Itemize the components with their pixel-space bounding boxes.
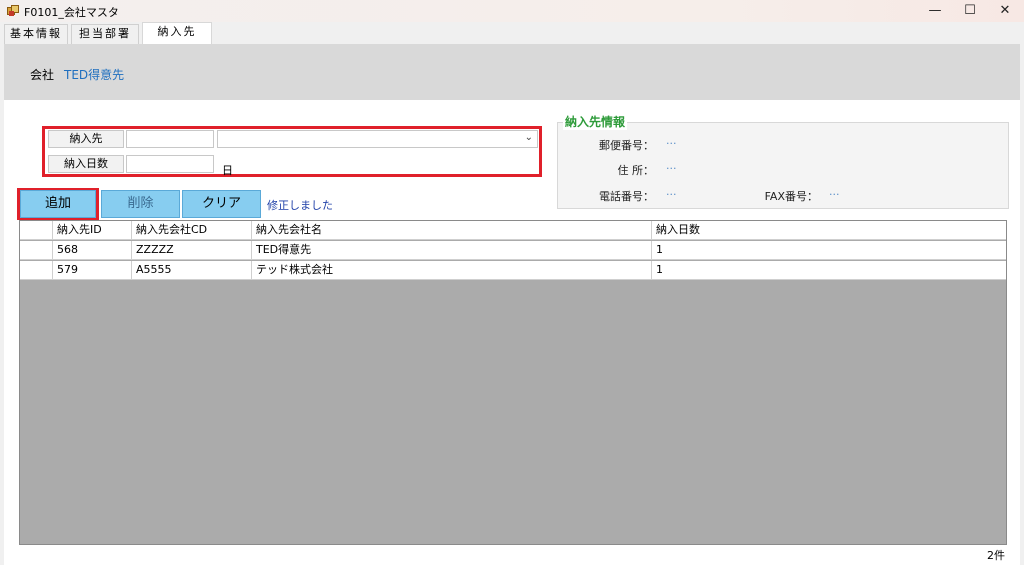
- delivery-days-input[interactable]: [126, 155, 214, 173]
- tab-basic-info[interactable]: 基本情報: [4, 24, 68, 44]
- company-header: [4, 44, 1020, 100]
- grid-header-row: 納入先ID 納入先会社CD 納入先会社名 納入日数: [20, 221, 1006, 240]
- delivery-grid[interactable]: 納入先ID 納入先会社CD 納入先会社名 納入日数 568 ZZZZZ TED得…: [19, 220, 1007, 545]
- fax-value: ···: [829, 188, 840, 201]
- company-label: 会社: [30, 68, 55, 82]
- address-value: ···: [666, 162, 677, 175]
- address-label: 住 所：: [617, 164, 655, 177]
- record-count: 2件: [987, 549, 1005, 562]
- chevron-down-icon: ⌄: [524, 132, 533, 143]
- phone-value: ···: [666, 188, 677, 201]
- table-cell[interactable]: ZZZZZ: [132, 241, 252, 260]
- maximize-button[interactable]: ☐: [953, 0, 987, 22]
- row-header-corner: [20, 221, 53, 240]
- table-cell[interactable]: 1: [652, 261, 1006, 280]
- tab-delivery[interactable]: 納入先: [142, 22, 212, 45]
- app-icon: [7, 5, 19, 17]
- fax-label: FAX番号：: [764, 190, 818, 203]
- day-unit-label: 日: [222, 164, 233, 177]
- table-cell[interactable]: 1: [652, 241, 1006, 260]
- postal-value: ···: [666, 137, 677, 150]
- tab-departments[interactable]: 担当部署: [71, 24, 139, 44]
- table-cell[interactable]: TED得意先: [252, 241, 652, 260]
- window-title: F0101_会社マスタ: [24, 6, 119, 19]
- table-cell[interactable]: A5555: [132, 261, 252, 280]
- add-button[interactable]: 追加: [20, 190, 96, 218]
- table-cell[interactable]: テッド株式会社: [252, 261, 652, 280]
- row-header-cell[interactable]: [20, 241, 53, 260]
- phone-label: 電話番号：: [599, 190, 654, 203]
- table-row[interactable]: 579 A5555 テッド株式会社 1: [20, 261, 1006, 280]
- company-value: TED得意先: [64, 68, 125, 82]
- minimize-button[interactable]: —: [918, 0, 952, 22]
- delivery-code-input[interactable]: [126, 130, 214, 148]
- column-header-delivery-id[interactable]: 納入先ID: [53, 221, 132, 240]
- status-message: 修正しました: [267, 199, 333, 212]
- delivery-info-title: 納入先情報: [563, 113, 628, 130]
- delete-button[interactable]: 削除: [101, 190, 180, 218]
- column-header-company-cd[interactable]: 納入先会社CD: [132, 221, 252, 240]
- table-cell[interactable]: 568: [53, 241, 132, 260]
- clear-button[interactable]: クリア: [182, 190, 261, 218]
- close-button[interactable]: ✕: [988, 0, 1022, 22]
- column-header-delivery-days[interactable]: 納入日数: [652, 221, 1006, 240]
- row-header-cell[interactable]: [20, 261, 53, 280]
- table-row[interactable]: 568 ZZZZZ TED得意先 1: [20, 241, 1006, 260]
- delivery-label: 納入先: [48, 130, 124, 148]
- delivery-name-combo[interactable]: ⌄: [217, 130, 538, 148]
- postal-label: 郵便番号：: [599, 139, 654, 152]
- tab-bar: 基本情報 担当部署 納入先: [0, 22, 1024, 45]
- table-cell[interactable]: 579: [53, 261, 132, 280]
- column-header-company-name[interactable]: 納入先会社名: [252, 221, 652, 240]
- title-bar: F0101_会社マスタ — ☐ ✕: [0, 0, 1024, 22]
- delivery-days-label: 納入日数: [48, 155, 124, 173]
